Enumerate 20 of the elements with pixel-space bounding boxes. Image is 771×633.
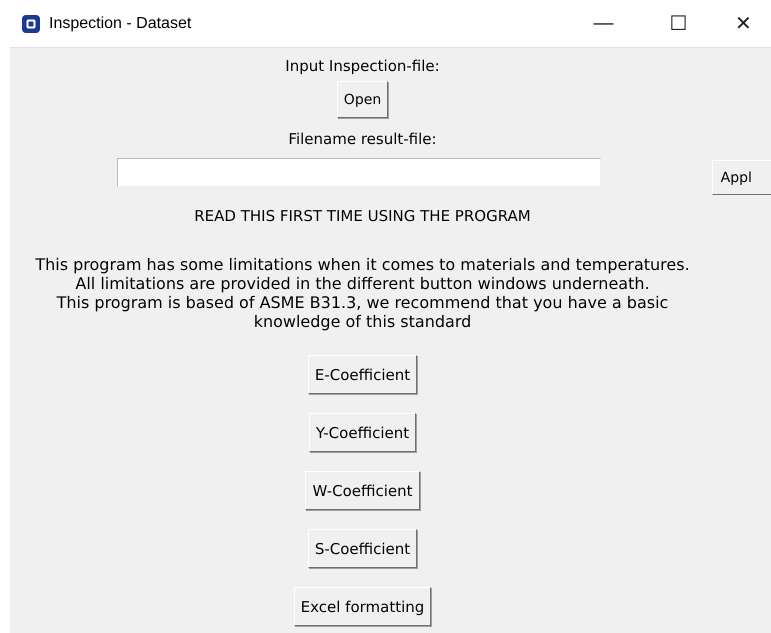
result-file-label: Filename result-file:: [288, 130, 437, 148]
filename-field[interactable]: [117, 158, 601, 187]
coefficient-button[interactable]: E-Coefficient: [308, 355, 418, 394]
app-icon: [21, 14, 41, 34]
coefficient-button[interactable]: Excel formatting: [294, 587, 432, 626]
apply-button[interactable]: Appl: [712, 160, 771, 195]
coefficient-button[interactable]: S-Coefficient: [308, 529, 418, 568]
maximize-button[interactable]: ☐: [641, 11, 716, 36]
notice-line: This program is based of ASME B31.3, we recommend that you have a basic: [56, 293, 668, 312]
minimize-button[interactable]: —: [566, 12, 641, 35]
open-button[interactable]: Open: [336, 81, 388, 118]
notice-heading: READ THIS FIRST TIME USING THE PROGRAM: [194, 207, 531, 225]
input-file-label: Input Inspection-file:: [285, 57, 440, 75]
notice-line: All limitations are provided in the different button windows underneath.: [75, 274, 650, 293]
close-button[interactable]: ✕: [716, 11, 771, 36]
notice-line: This program has some limitations when it comes to materials and temperatures.: [35, 255, 690, 274]
coefficient-button[interactable]: W-Coefficient: [305, 471, 420, 510]
window-title: Inspection - Dataset: [49, 14, 192, 32]
notice-line: knowledge of this standard: [254, 312, 472, 331]
coefficient-button[interactable]: Y-Coefficient: [308, 413, 416, 452]
